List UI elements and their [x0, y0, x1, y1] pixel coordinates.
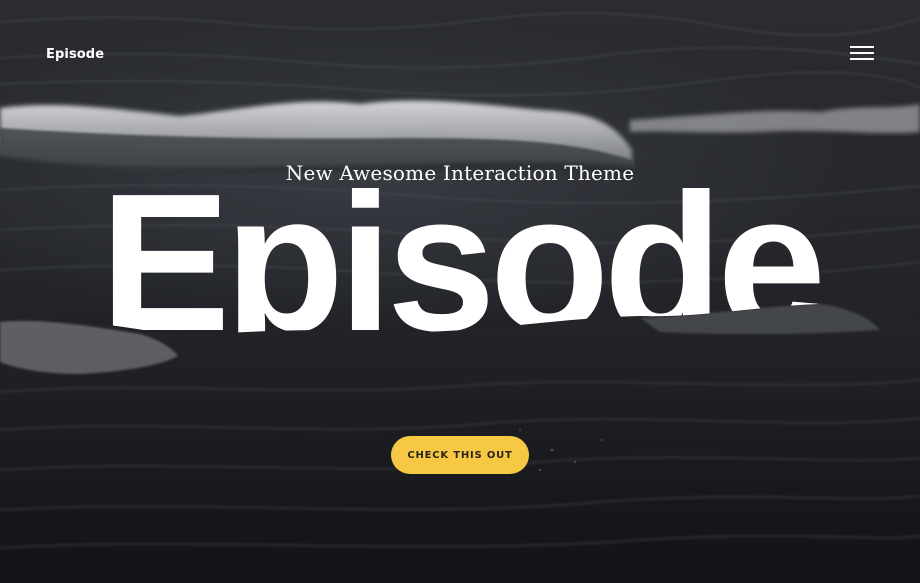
menu-line	[850, 46, 874, 48]
brand-logo[interactable]: Episode	[46, 47, 104, 62]
hero-headline: Episode	[100, 153, 820, 372]
menu-line	[850, 52, 874, 54]
check-this-out-button[interactable]: CHECK THIS OUT	[391, 436, 529, 474]
menu-line	[850, 58, 874, 60]
headline-graphic: Episode	[100, 153, 826, 372]
hero-tagline: New Awesome Interaction Theme	[285, 161, 635, 185]
hero-section: Episode Episode New Awesome Interaction …	[0, 0, 920, 583]
hamburger-menu-icon[interactable]	[850, 45, 874, 61]
